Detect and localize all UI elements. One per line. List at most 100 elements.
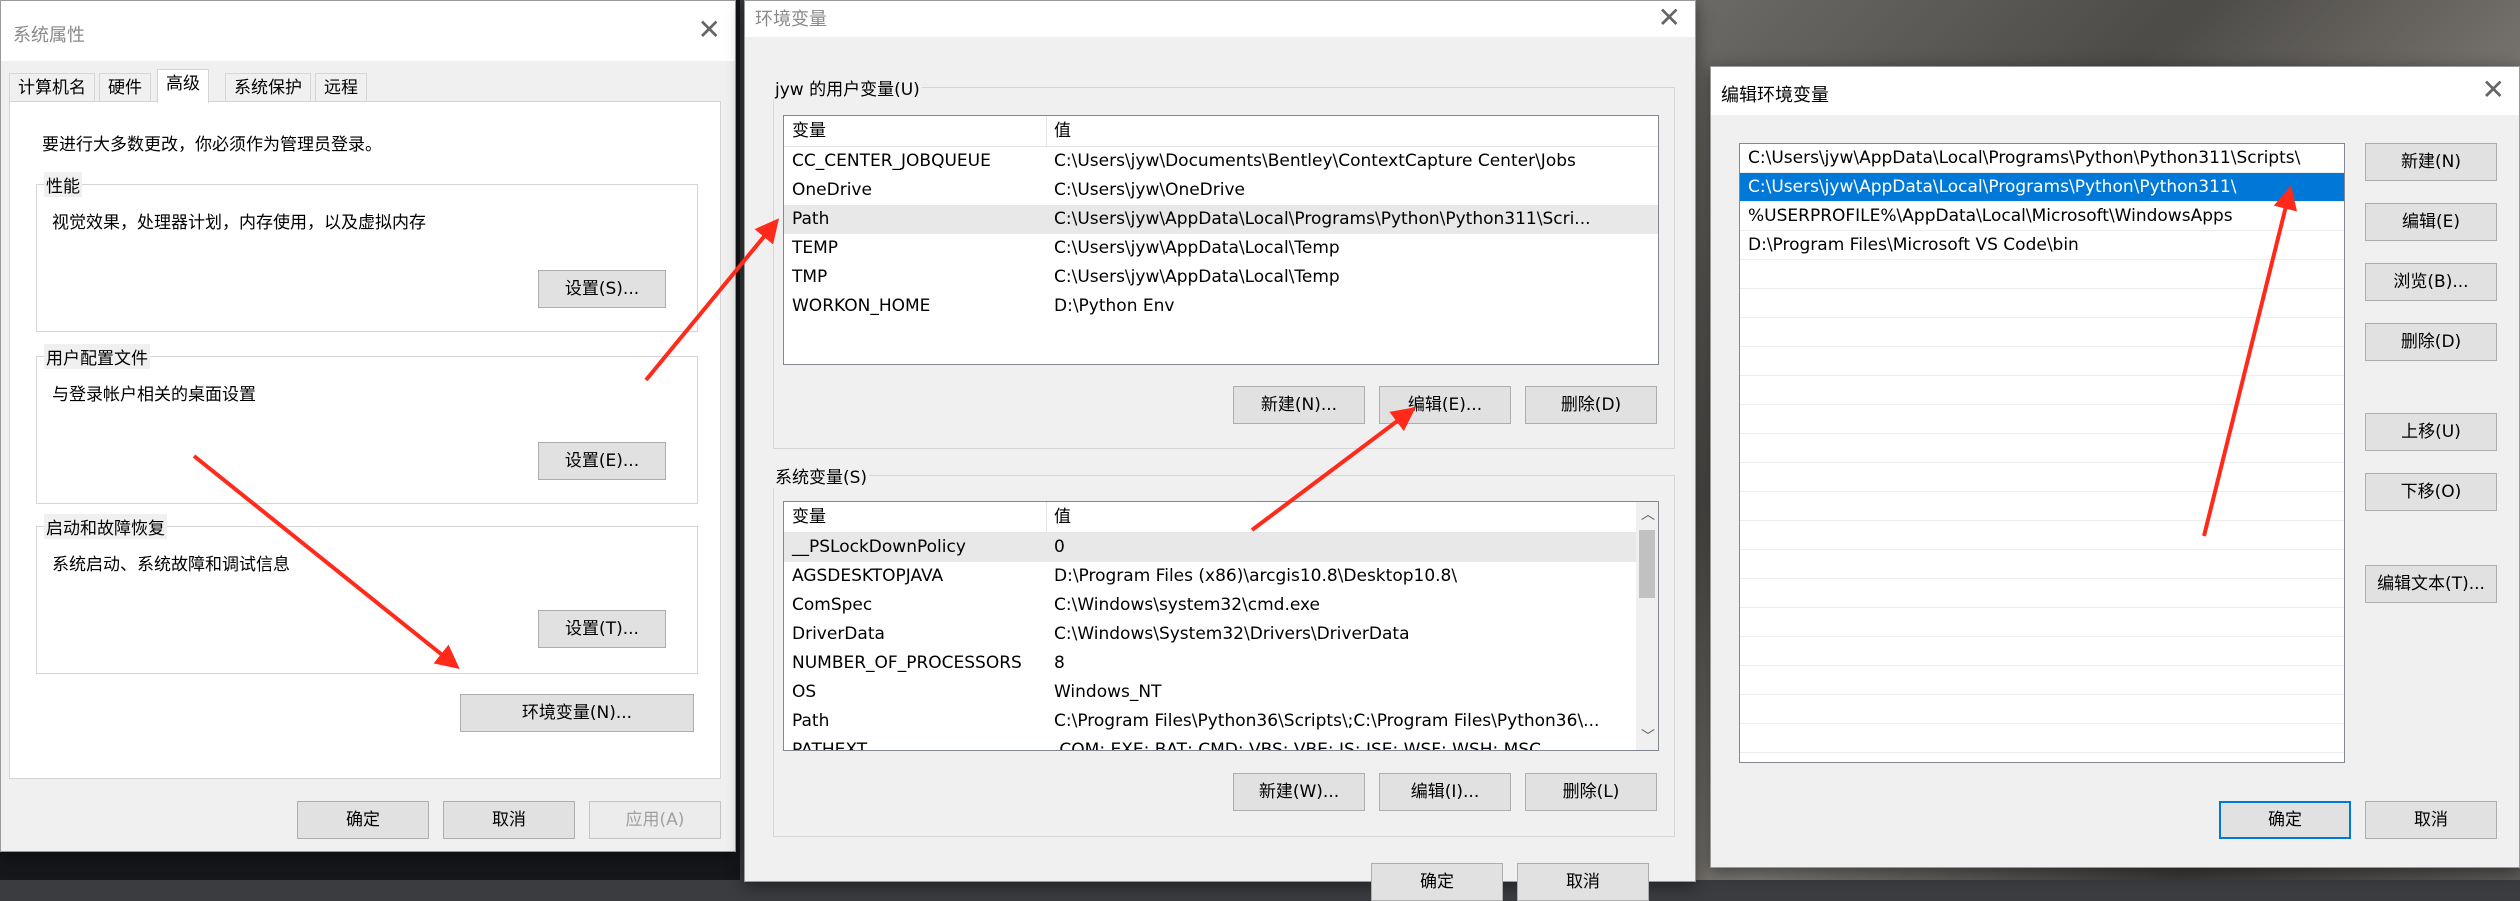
- empty-row: [1740, 434, 2344, 463]
- startup-recovery-settings-button[interactable]: 设置(T)...: [538, 610, 666, 648]
- table-row[interactable]: TEMP C:\Users\jyw\AppData\Local\Temp: [784, 234, 1658, 263]
- variable-value: Windows_NT: [1054, 682, 1162, 702]
- user-variables-list[interactable]: 变量 值 CC_CENTER_JOBQUEUE C:\Users\jyw\Docu…: [783, 115, 1659, 365]
- column-header-variable[interactable]: 变量: [792, 502, 826, 532]
- ok-button[interactable]: 确定: [297, 801, 429, 839]
- edit-env-titlebar: 编辑环境变量 ✕: [1711, 67, 2519, 115]
- empty-row: [1740, 347, 2344, 376]
- cancel-button[interactable]: 取消: [2365, 801, 2497, 839]
- variable-value: C:\Windows\System32\Drivers\DriverData: [1054, 624, 1410, 644]
- list-header: 变量 值: [784, 116, 1658, 147]
- variable-value: 8: [1054, 653, 1065, 673]
- browse-button[interactable]: 浏览(B)...: [2365, 263, 2497, 301]
- close-icon[interactable]: ✕: [2482, 73, 2505, 106]
- ok-button[interactable]: 确定: [2219, 801, 2351, 839]
- tab-hardware[interactable]: 硬件: [99, 73, 151, 102]
- list-item[interactable]: D:\Program Files\Microsoft VS Code\bin: [1740, 231, 2344, 260]
- table-row[interactable]: AGSDESKTOPJAVA D:\Program Files (x86)\arc…: [784, 562, 1636, 591]
- table-row[interactable]: ComSpec C:\Windows\system32\cmd.exe: [784, 591, 1636, 620]
- variable-name: AGSDESKTOPJAVA: [792, 566, 944, 586]
- user-delete-button[interactable]: 删除(D): [1525, 386, 1657, 424]
- empty-row: [1740, 695, 2344, 724]
- ok-button[interactable]: 确定: [1371, 863, 1503, 901]
- column-separator: [1046, 502, 1047, 532]
- list-item-selected[interactable]: C:\Users\jyw\AppData\Local\Programs\Pyth…: [1740, 173, 2344, 202]
- empty-row: [1740, 608, 2344, 637]
- variable-name: OS: [792, 682, 817, 702]
- table-row-selected[interactable]: __PSLockDownPolicy 0: [784, 533, 1636, 562]
- table-row[interactable]: OS Windows_NT: [784, 678, 1636, 707]
- empty-row: [1740, 405, 2344, 434]
- tab-advanced[interactable]: 高级: [157, 69, 209, 103]
- column-header-variable[interactable]: 变量: [792, 116, 826, 146]
- variable-name: __PSLockDownPolicy: [792, 537, 966, 557]
- close-icon[interactable]: ✕: [698, 13, 721, 46]
- edit-text-button[interactable]: 编辑文本(T)...: [2365, 565, 2497, 603]
- empty-row: [1740, 637, 2344, 666]
- table-row[interactable]: DriverData C:\Windows\System32\Drivers\Dr…: [784, 620, 1636, 649]
- startup-recovery-group: [36, 526, 698, 674]
- environment-variables-button[interactable]: 环境变量(N)...: [460, 694, 694, 732]
- empty-row: [1740, 289, 2344, 318]
- system-properties-window: 系统属性 ✕ 计算机名 硬件 高级 系统保护 远程 要进行大多数更改，你必须作为…: [0, 0, 736, 852]
- tab-system-protection[interactable]: 系统保护: [225, 73, 311, 102]
- move-down-button[interactable]: 下移(O): [2365, 473, 2497, 511]
- variable-name: Path: [792, 209, 830, 229]
- delete-button[interactable]: 删除(D): [2365, 323, 2497, 361]
- variable-value: C:\Users\jyw\OneDrive: [1054, 180, 1246, 200]
- close-icon[interactable]: ✕: [1658, 1, 1681, 34]
- table-row-selected[interactable]: Path C:\Users\jyw\AppData\Local\Programs\…: [784, 205, 1658, 234]
- new-button[interactable]: 新建(N): [2365, 143, 2497, 181]
- empty-row: [1740, 318, 2344, 347]
- system-variables-list[interactable]: 变量 值 __PSLockDownPolicy 0 AGSDESKTOPJAVA D…: [783, 501, 1659, 751]
- variable-value: 0: [1054, 537, 1065, 557]
- user-profile-settings-button[interactable]: 设置(E)...: [538, 442, 666, 480]
- edit-environment-variable-window: 编辑环境变量 ✕ C:\Users\jyw\AppData\Local\Prog…: [1710, 66, 2520, 868]
- system-new-button[interactable]: 新建(W)...: [1233, 773, 1365, 811]
- column-header-value[interactable]: 值: [1054, 116, 1071, 146]
- empty-row: [1740, 724, 2344, 753]
- table-row[interactable]: PATHEXT .COM;.EXE;.BAT;.CMD;.VBS;.VBE;.JS…: [784, 736, 1636, 750]
- empty-row: [1740, 463, 2344, 492]
- variable-name: DriverData: [792, 624, 885, 644]
- table-row[interactable]: WORKON_HOME D:\Python Env: [784, 292, 1658, 321]
- column-separator: [1046, 116, 1047, 146]
- system-delete-button[interactable]: 删除(L): [1525, 773, 1657, 811]
- table-row[interactable]: NUMBER_OF_PROCESSORS 8: [784, 649, 1636, 678]
- scrollbar-thumb[interactable]: [1639, 530, 1655, 598]
- admin-note: 要进行大多数更改，你必须作为管理员登录。: [42, 135, 382, 155]
- table-row[interactable]: CC_CENTER_JOBQUEUE C:\Users\jyw\Documents…: [784, 147, 1658, 176]
- table-row[interactable]: OneDrive C:\Users\jyw\OneDrive: [784, 176, 1658, 205]
- edit-button[interactable]: 编辑(E): [2365, 203, 2497, 241]
- list-item[interactable]: %USERPROFILE%\AppData\Local\Microsoft\Wi…: [1740, 202, 2344, 231]
- table-row[interactable]: TMP C:\Users\jyw\AppData\Local\Temp: [784, 263, 1658, 292]
- user-new-button[interactable]: 新建(N)...: [1233, 386, 1365, 424]
- system-edit-button[interactable]: 编辑(I)...: [1379, 773, 1511, 811]
- performance-settings-button[interactable]: 设置(S)...: [538, 270, 666, 308]
- move-up-button[interactable]: 上移(U): [2365, 413, 2497, 451]
- environment-variables-window: 环境变量 ✕ jyw 的用户变量(U) 变量 值 CC_CENTER_JOBQU…: [744, 0, 1696, 901]
- tab-remote[interactable]: 远程: [315, 73, 367, 102]
- variable-value: D:\Python Env: [1054, 296, 1175, 316]
- variable-name: Path: [792, 711, 830, 731]
- variable-name: ComSpec: [792, 595, 873, 615]
- cancel-button[interactable]: 取消: [1517, 863, 1649, 901]
- performance-description: 视觉效果，处理器计划，内存使用，以及虚拟内存: [52, 213, 426, 233]
- path-entries-list[interactable]: C:\Users\jyw\AppData\Local\Programs\Pyth…: [1739, 143, 2345, 763]
- column-header-value[interactable]: 值: [1054, 502, 1071, 532]
- vertical-scrollbar[interactable]: ︿ ﹀: [1636, 502, 1658, 750]
- tab-computer-name[interactable]: 计算机名: [9, 73, 95, 102]
- list-header: 变量 值: [784, 502, 1636, 533]
- performance-group-label: 性能: [44, 172, 82, 197]
- table-row[interactable]: Path C:\Program Files\Python36\Scripts\;C…: [784, 707, 1636, 736]
- variable-value: C:\Program Files\Python36\Scripts\;C:\Pr…: [1054, 711, 1600, 731]
- scroll-down-icon[interactable]: ﹀: [1641, 726, 1655, 746]
- list-item[interactable]: C:\Users\jyw\AppData\Local\Programs\Pyth…: [1740, 144, 2344, 173]
- empty-row: [1740, 376, 2344, 405]
- empty-row: [1740, 492, 2344, 521]
- scroll-up-icon[interactable]: ︿: [1641, 504, 1655, 524]
- user-profile-description: 与登录帐户相关的桌面设置: [52, 385, 256, 405]
- cancel-button[interactable]: 取消: [443, 801, 575, 839]
- apply-button[interactable]: 应用(A): [589, 801, 721, 839]
- user-edit-button[interactable]: 编辑(E)...: [1379, 386, 1511, 424]
